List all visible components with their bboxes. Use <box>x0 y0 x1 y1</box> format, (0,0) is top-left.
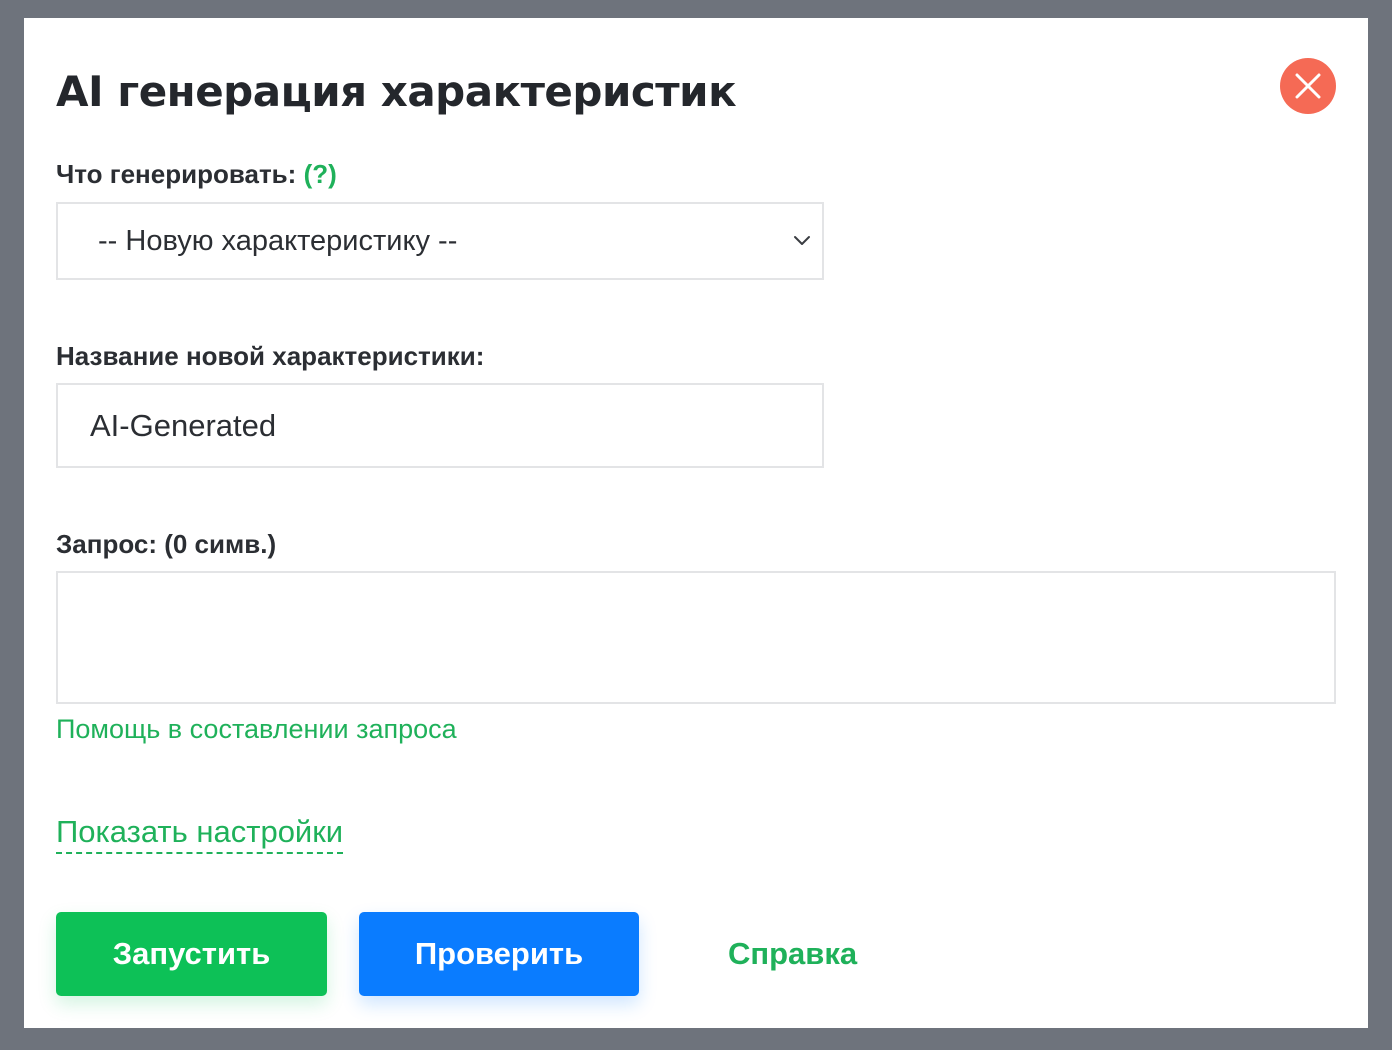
check-button[interactable]: Проверить <box>359 912 639 996</box>
query-help-link[interactable]: Помощь в составлении запроса <box>56 712 457 746</box>
what-to-generate-label-text: Что генерировать: <box>56 159 297 189</box>
what-to-generate-select[interactable]: -- Новую характеристику -- <box>56 202 824 280</box>
help-link[interactable]: Справка <box>728 932 857 976</box>
show-settings-link[interactable]: Показать настройки <box>56 812 344 854</box>
new-characteristic-name-input[interactable] <box>56 383 824 468</box>
run-button[interactable]: Запустить <box>56 912 327 996</box>
query-textarea[interactable] <box>56 571 1336 704</box>
what-to-generate-help[interactable]: (?) <box>304 159 337 189</box>
dialog-title: AI генерация характеристик <box>56 67 737 116</box>
ai-generation-dialog: AI генерация характеристик Что генериров… <box>24 18 1368 1028</box>
close-button[interactable] <box>1280 58 1336 114</box>
what-to-generate-selected-value: -- Новую характеристику -- <box>98 224 458 257</box>
what-to-generate-label: Что генерировать: (?) <box>56 158 337 190</box>
new-characteristic-name-label: Название новой характеристики: <box>56 341 485 371</box>
close-icon <box>1295 73 1321 99</box>
chevron-down-icon <box>794 236 810 245</box>
query-label: Запрос: (0 симв.) <box>56 529 277 559</box>
